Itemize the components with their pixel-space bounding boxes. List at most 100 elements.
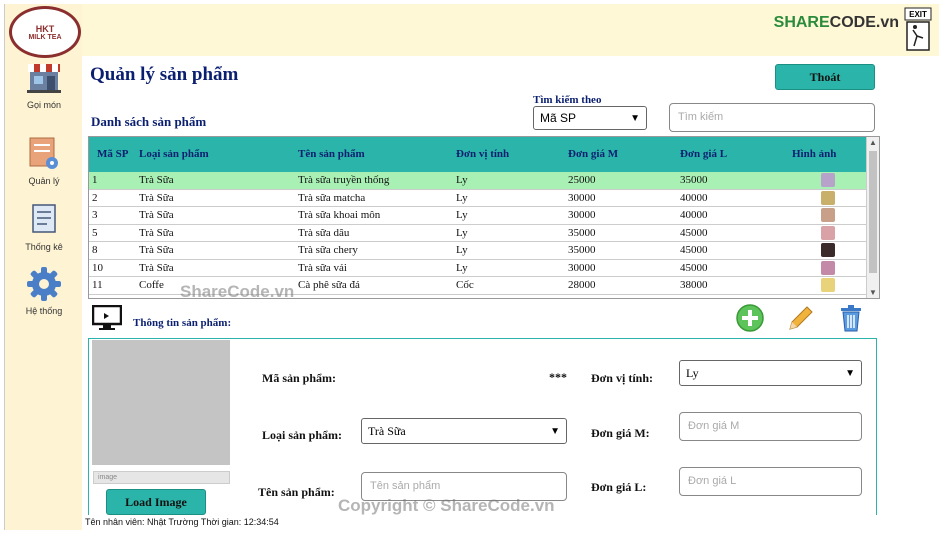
- page-title: Quản lý sản phẩm: [90, 64, 239, 85]
- product-thumbnail: [821, 173, 835, 187]
- cell-don-gia-m: 25000: [568, 174, 596, 186]
- image-path-field[interactable]: image: [93, 471, 230, 484]
- cell-ten-sp: Trà sữa vải: [298, 261, 347, 274]
- don-gia-m-input[interactable]: Đơn giá M: [679, 412, 862, 441]
- cell-loai-sp: Trà Sữa: [139, 209, 174, 221]
- add-icon[interactable]: [735, 303, 765, 333]
- col-don-gia-l[interactable]: Đơn giá L: [680, 148, 727, 160]
- product-thumbnail: [821, 190, 835, 205]
- logo-line1: HKT: [35, 23, 55, 34]
- cell-don-gia-m: 30000: [568, 209, 596, 221]
- cell-don-gia-l: 40000: [680, 191, 708, 204]
- table-row[interactable]: 3 Trà Sữa Trà sữa khoai môn Ly 30000 400…: [89, 207, 867, 225]
- col-hinh-anh[interactable]: Hình ảnh: [792, 148, 836, 160]
- don-vi-tinh-label: Đơn vị tính:: [591, 371, 653, 385]
- trash-icon[interactable]: [836, 303, 866, 333]
- loai-sp-label: Loại sản phẩm:: [262, 428, 343, 442]
- sidebar-item-thong-ke[interactable]: Thống kê: [5, 202, 83, 252]
- search-by-value: Mã SP: [540, 111, 577, 125]
- status-bar: Tên nhân viên: Nhật Trường Thời gian: 12…: [82, 515, 939, 530]
- chevron-down-icon: ▼: [630, 113, 640, 124]
- sharecode-brand: SHARECODE.vn: [774, 14, 899, 32]
- loai-sp-select[interactable]: Trà Sữa ▼: [361, 418, 567, 444]
- don-gia-l-label: Đơn giá L:: [591, 480, 647, 494]
- search-input[interactable]: Tìm kiếm: [669, 103, 875, 132]
- ma-sp-label: Mã sản phẩm:: [262, 371, 337, 385]
- search-by-select[interactable]: Mã SP ▼: [533, 106, 647, 130]
- cell-ten-sp: Trà sữa dâu: [298, 226, 350, 239]
- top-bar: SHARECODE.vn EXIT: [82, 4, 939, 56]
- sidebar-item-label: Gọi món: [26, 100, 61, 110]
- exit-button[interactable]: Thoát: [775, 64, 875, 90]
- chevron-down-icon: ▼: [550, 426, 560, 437]
- product-list-title: Danh sách sản phẩm: [91, 114, 207, 129]
- scroll-down-icon[interactable]: ▼: [869, 288, 877, 297]
- sidebar-item-quan-ly[interactable]: Quản lý: [5, 136, 83, 186]
- center-watermark: ShareCode.vn: [180, 282, 295, 301]
- cell-don-gia-m: 30000: [568, 191, 596, 204]
- loai-sp-value: Trà Sữa: [368, 424, 406, 438]
- table-row[interactable]: 1 Trà Sữa Trà sữa truyền thống Ly 25000 …: [89, 172, 867, 190]
- edit-pencil-icon[interactable]: [786, 303, 816, 333]
- cell-loai-sp: Coffe: [139, 279, 164, 291]
- ten-sp-label: Tên sản phẩm:: [258, 485, 335, 499]
- table-row[interactable]: 5 Trà Sữa Trà sữa dâu Ly 35000 45000: [89, 225, 867, 242]
- don-gia-l-input[interactable]: Đơn giá L: [679, 467, 862, 496]
- table-row[interactable]: 8 Trà Sữa Trà sữa chery Ly 35000 45000: [89, 242, 867, 260]
- cell-ma-sp: 2: [92, 191, 98, 204]
- store-icon: [27, 64, 61, 93]
- don-vi-tinh-value: Ly: [686, 366, 699, 380]
- cell-don-gia-l: 45000: [680, 261, 708, 274]
- sidebar: HKT MILK TEA Gọi món Quản lý Thống kê Hệ…: [4, 4, 82, 530]
- cell-don-vi-tinh: Cốc: [456, 279, 474, 291]
- brand-code: CODE.vn: [829, 14, 899, 31]
- sidebar-item-label: Thống kê: [25, 242, 63, 252]
- cell-don-vi-tinh: Ly: [456, 174, 468, 186]
- cell-ma-sp: 11: [92, 279, 103, 291]
- sidebar-item-he-thong[interactable]: Hệ thống: [5, 266, 83, 316]
- col-loai-sp[interactable]: Loại sản phẩm: [139, 148, 209, 160]
- ma-sp-value: ***: [549, 370, 567, 384]
- table-row[interactable]: 2 Trà Sữa Trà sữa matcha Ly 30000 40000: [89, 190, 867, 207]
- load-image-button[interactable]: Load Image: [106, 489, 206, 515]
- col-don-vi-tinh[interactable]: Đơn vị tính: [456, 148, 509, 160]
- col-ten-sp[interactable]: Tên sản phẩm: [298, 148, 365, 160]
- scroll-thumb[interactable]: [869, 151, 877, 273]
- table-row[interactable]: 10 Trà Sữa Trà sữa vải Ly 30000 45000: [89, 260, 867, 277]
- manage-icon: [29, 137, 58, 169]
- cell-don-gia-l: 40000: [680, 209, 708, 221]
- product-image-preview: [92, 340, 230, 465]
- brand-share: SHARE: [773, 14, 830, 31]
- sidebar-item-goi-mon[interactable]: Gọi món: [5, 60, 83, 110]
- cell-don-vi-tinh: Ly: [456, 261, 468, 274]
- product-thumbnail: [821, 243, 835, 257]
- cell-don-gia-m: 35000: [568, 244, 596, 256]
- cell-loai-sp: Trà Sữa: [139, 244, 174, 256]
- cell-don-vi-tinh: Ly: [456, 226, 468, 239]
- product-thumbnail: [821, 260, 835, 275]
- col-ma-sp[interactable]: Mã SP: [97, 148, 128, 160]
- app-logo: HKT MILK TEA: [9, 6, 81, 58]
- product-thumbnail: [821, 225, 835, 240]
- sidebar-item-label: Hệ thống: [25, 306, 63, 316]
- scroll-up-icon[interactable]: ▲: [869, 138, 877, 147]
- don-vi-tinh-select[interactable]: Ly ▼: [679, 360, 862, 386]
- logo-line2: MILK TEA: [28, 33, 62, 41]
- sidebar-item-label: Quản lý: [28, 176, 60, 186]
- cell-don-gia-m: 35000: [568, 226, 596, 239]
- product-table[interactable]: Mã SP Loại sản phẩm Tên sản phẩm Đơn vị …: [88, 136, 880, 299]
- exit-icon[interactable]: EXIT: [903, 6, 933, 52]
- cell-ma-sp: 1: [92, 174, 98, 186]
- gear-icon: [27, 267, 61, 301]
- cell-don-gia-m: 28000: [568, 279, 596, 291]
- cell-don-gia-m: 30000: [568, 261, 596, 274]
- cell-ma-sp: 8: [92, 244, 98, 256]
- table-scrollbar[interactable]: ▲ ▼: [866, 137, 879, 298]
- cell-ma-sp: 3: [92, 209, 98, 221]
- cell-don-gia-l: 45000: [680, 244, 708, 256]
- cell-loai-sp: Trà Sữa: [139, 174, 174, 186]
- product-info-title: Thông tin sản phẩm:: [133, 317, 232, 329]
- svg-text:EXIT: EXIT: [909, 10, 927, 19]
- col-don-gia-m[interactable]: Đơn giá M: [568, 148, 618, 160]
- cell-ten-sp: Trà sữa matcha: [298, 191, 366, 204]
